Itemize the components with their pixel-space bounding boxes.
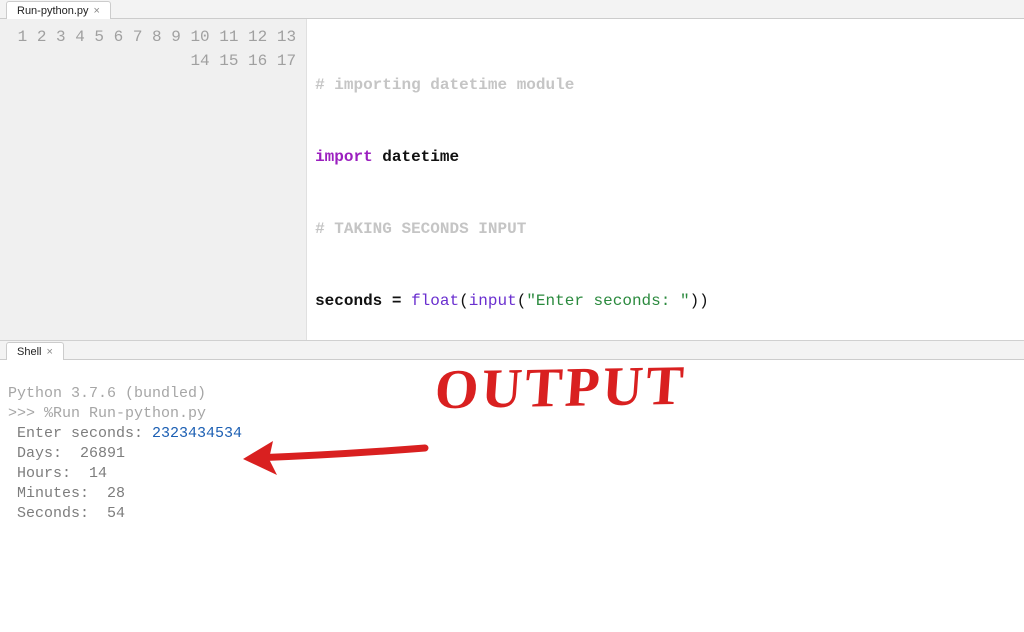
code-line: seconds = float(input("Enter seconds: ")…	[315, 289, 1016, 313]
arrow-icon	[225, 415, 435, 485]
code-area[interactable]: # importing datetime module import datet…	[307, 19, 1024, 340]
shell-prompt: >>>	[8, 405, 44, 422]
shell-out-hours: Hours: 14	[8, 465, 107, 482]
close-icon[interactable]: ×	[46, 346, 52, 358]
shell-enter-label: Enter seconds:	[8, 425, 152, 442]
shell-tab-label: Shell	[17, 346, 41, 358]
code-editor[interactable]: 1 2 3 4 5 6 7 8 9 10 11 12 13 14 15 16 1…	[0, 19, 1024, 341]
code-line: # TAKING SECONDS INPUT	[315, 217, 1016, 241]
shell-out-days: Days: 26891	[8, 445, 125, 462]
editor-tab-label: Run-python.py	[17, 5, 89, 17]
close-icon[interactable]: ×	[94, 5, 100, 17]
shell-out-seconds: Seconds: 54	[8, 505, 125, 522]
shell-tab[interactable]: Shell ×	[6, 342, 64, 360]
shell-out-minutes: Minutes: 28	[8, 485, 125, 502]
shell-output[interactable]: Python 3.7.6 (bundled) >>> %Run Run-pyth…	[0, 360, 1024, 632]
shell-panel: Shell × Python 3.7.6 (bundled) >>> %Run …	[0, 341, 1024, 632]
shell-version: Python 3.7.6 (bundled)	[8, 385, 206, 402]
annotation-text: OUTPUT	[434, 376, 687, 400]
code-line: import datetime	[315, 145, 1016, 169]
editor-tab[interactable]: Run-python.py ×	[6, 1, 111, 19]
editor-tab-bar: Run-python.py ×	[0, 0, 1024, 19]
code-line: # importing datetime module	[315, 73, 1016, 97]
app-root: Run-python.py × 1 2 3 4 5 6 7 8 9 10 11 …	[0, 0, 1024, 632]
shell-run-cmd: %Run Run-python.py	[44, 405, 206, 422]
line-number-gutter: 1 2 3 4 5 6 7 8 9 10 11 12 13 14 15 16 1…	[0, 19, 307, 340]
